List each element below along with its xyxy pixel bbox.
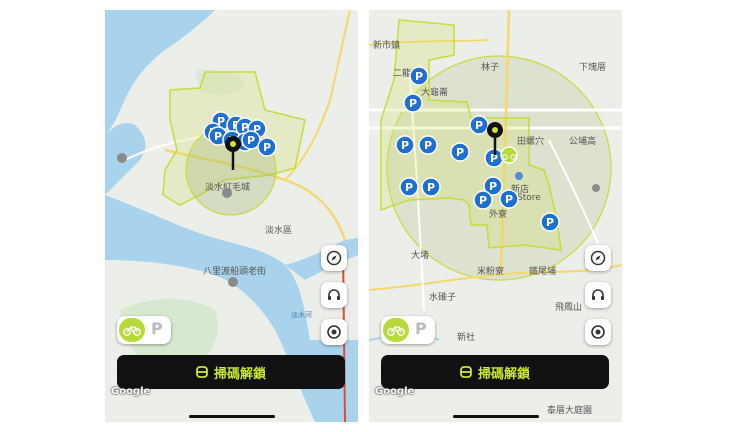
locate-icon [591, 325, 605, 339]
bike-icon [123, 326, 141, 336]
headset-icon [328, 289, 340, 300]
landmark-icon [228, 277, 238, 287]
parking-marker[interactable]: P [540, 212, 560, 232]
bike-mode-option[interactable] [119, 318, 145, 342]
landmark-icon [222, 188, 232, 198]
parking-marker[interactable]: P [395, 135, 415, 155]
parking-marker[interactable]: P [418, 135, 438, 155]
svg-text:P: P [263, 141, 271, 154]
svg-text:P: P [479, 194, 487, 207]
home-indicator [453, 415, 539, 418]
parking-marker[interactable]: P [403, 93, 423, 113]
svg-text:P: P [409, 97, 417, 110]
scan-unlock-button[interactable]: 掃碼解鎖 [117, 355, 345, 389]
parking-marker[interactable]: P [421, 177, 441, 197]
google-logo: Google [375, 386, 415, 397]
bike-marker-icon[interactable] [500, 146, 518, 164]
svg-text:P: P [489, 180, 497, 193]
locate-icon [327, 325, 341, 339]
landmark-icon [117, 153, 127, 163]
parking-marker[interactable]: P [499, 189, 519, 209]
svg-text:P: P [405, 181, 413, 194]
parking-marker[interactable]: P [469, 115, 489, 135]
support-button[interactable] [321, 282, 347, 308]
mode-toggle[interactable]: P [117, 316, 171, 344]
parking-marker[interactable]: P [473, 190, 493, 210]
compass-icon [590, 250, 606, 266]
google-logo: Google [111, 386, 151, 397]
landmark-icon [592, 184, 600, 192]
bike-icon [387, 326, 405, 336]
mode-toggle[interactable]: P [381, 316, 435, 344]
parking-mode-option[interactable]: P [151, 319, 163, 338]
svg-text:P: P [415, 70, 423, 83]
scan-icon [196, 366, 208, 378]
landmark-icon [515, 172, 523, 180]
left-screen: 淡水紅毛城 淡水區 八里渡船頭老街 淡水河 P P P P P P P P P … [105, 10, 358, 422]
locate-me-button[interactable] [585, 319, 611, 345]
scan-unlock-label: 掃碼解鎖 [477, 366, 530, 382]
svg-text:P: P [546, 216, 554, 229]
support-button[interactable] [585, 282, 611, 308]
compass-icon [326, 250, 342, 266]
scan-unlock-label: 掃碼解鎖 [213, 366, 266, 382]
parking-marker[interactable]: P [409, 66, 429, 86]
parking-marker[interactable]: P [257, 137, 277, 157]
headset-icon [592, 289, 604, 300]
parking-mode-option[interactable]: P [415, 319, 427, 338]
right-screen: 新市鎮 二龍高 林子 下塊厝 大龜崙 田螺穴 公埔高 新店 Store 外寮 大… [369, 10, 622, 422]
svg-text:P: P [456, 146, 464, 159]
svg-text:P: P [424, 139, 432, 152]
svg-text:P: P [214, 130, 222, 143]
svg-text:P: P [401, 139, 409, 152]
locate-me-button[interactable] [321, 319, 347, 345]
svg-text:P: P [247, 134, 255, 147]
svg-text:P: P [475, 119, 483, 132]
parking-marker[interactable]: P [450, 142, 470, 162]
compass-button[interactable] [321, 245, 347, 271]
svg-text:P: P [505, 193, 513, 206]
parking-marker[interactable]: P [399, 177, 419, 197]
scan-icon [460, 366, 472, 378]
bike-mode-option[interactable] [383, 318, 409, 342]
location-pin-icon [225, 136, 241, 170]
scan-unlock-button[interactable]: 掃碼解鎖 [381, 355, 609, 389]
compass-button[interactable] [585, 245, 611, 271]
home-indicator [189, 415, 275, 418]
svg-text:P: P [427, 181, 435, 194]
